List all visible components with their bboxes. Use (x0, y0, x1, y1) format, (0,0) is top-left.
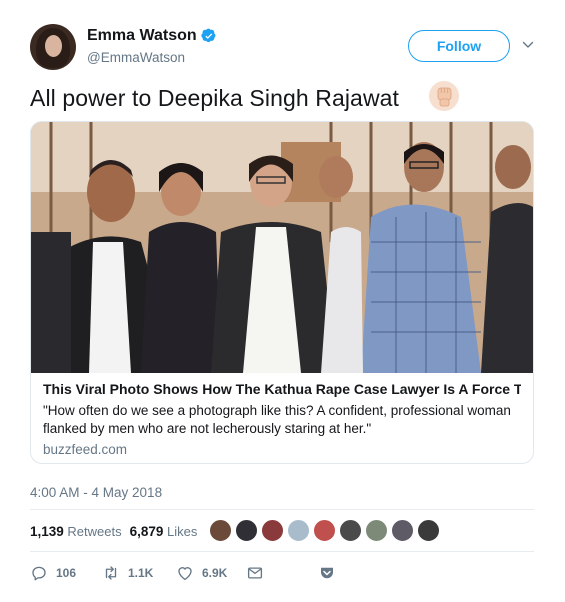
liker-avatar[interactable] (261, 519, 284, 542)
author-avatar[interactable] (30, 24, 76, 70)
follow-button[interactable]: Follow (408, 30, 510, 62)
chevron-down-icon[interactable] (522, 39, 534, 51)
likes-stat[interactable]: 6,879 Likes (130, 524, 198, 539)
liker-avatar[interactable] (313, 519, 336, 542)
card-body: This Viral Photo Shows How The Kathua Ra… (31, 373, 533, 463)
author-handle[interactable]: @EmmaWatson (87, 50, 217, 65)
retweet-icon (105, 566, 117, 580)
card-domain: buzzfeed.com (43, 442, 128, 457)
card-title: This Viral Photo Shows How The Kathua Ra… (43, 381, 521, 397)
divider (30, 551, 534, 552)
author-display-name[interactable]: Emma Watson (87, 27, 197, 45)
retweets-stat[interactable]: 1,139 Retweets (30, 524, 122, 539)
divider (30, 509, 534, 510)
liker-avatar[interactable] (417, 519, 440, 542)
raised-fist-icon (429, 81, 459, 111)
engagement-stats: 1,139 Retweets 6,879 Likes (30, 524, 197, 539)
heart-icon (178, 567, 192, 581)
retweets-label: Retweets (67, 524, 122, 539)
liker-avatar[interactable] (235, 519, 258, 542)
direct-message-button[interactable] (246, 563, 264, 583)
liker-avatar[interactable] (391, 519, 414, 542)
retweet-count: 1.1K (128, 566, 154, 580)
link-preview-card[interactable]: This Viral Photo Shows How The Kathua Ra… (30, 121, 534, 464)
pocket-save-button[interactable] (318, 563, 336, 583)
likes-label: Likes (167, 524, 198, 539)
author-block: Emma Watson @EmmaWatson (87, 27, 217, 65)
liker-avatar[interactable] (209, 519, 232, 542)
verified-badge-icon (201, 28, 216, 43)
reply-icon (32, 566, 46, 581)
liker-avatar[interactable] (339, 519, 362, 542)
like-count: 6.9K (202, 566, 228, 580)
retweet-button[interactable]: 1.1K (102, 563, 153, 583)
card-description: "How often do we see a photograph like t… (43, 403, 511, 436)
tweet-actions: 106 1.1K 6.9K (30, 563, 360, 583)
tweet: Emma Watson @EmmaWatson Follow All power… (0, 0, 565, 602)
card-photo (31, 122, 533, 373)
likes-count: 6,879 (129, 524, 164, 539)
tweet-timestamp[interactable]: 4:00 AM - 4 May 2018 (30, 485, 162, 500)
reply-count: 106 (56, 566, 77, 580)
tweet-text: All power to Deepika Singh Rajawat (30, 85, 400, 111)
reply-button[interactable]: 106 (30, 563, 76, 583)
retweets-count: 1,139 (30, 524, 64, 539)
like-button[interactable]: 6.9K (176, 563, 227, 583)
pocket-icon (321, 567, 333, 579)
envelope-icon (247, 567, 263, 579)
liker-avatar[interactable] (365, 519, 388, 542)
liker-avatar[interactable] (287, 519, 310, 542)
